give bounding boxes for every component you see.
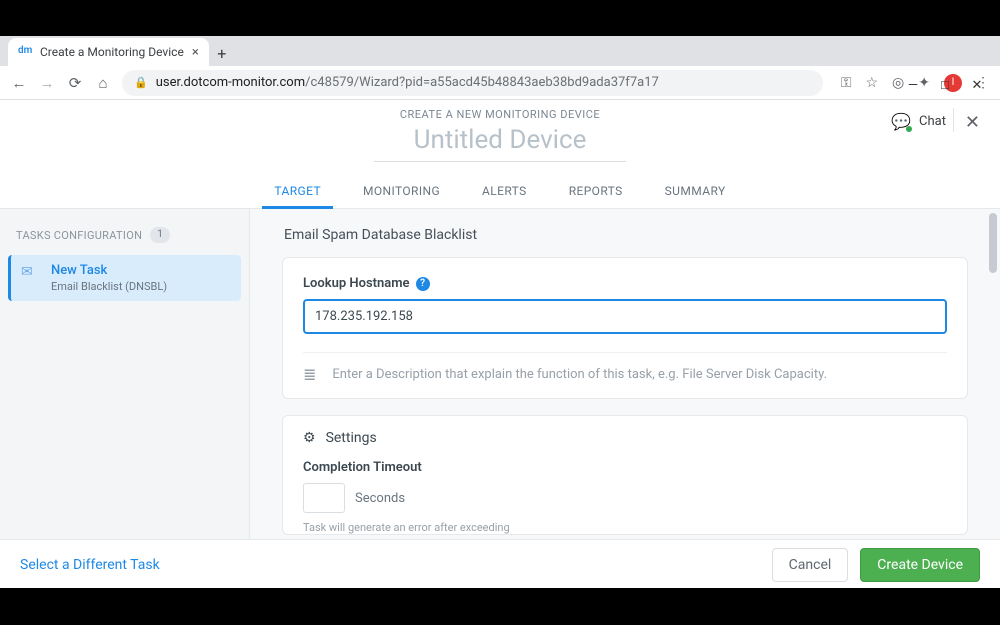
task-count-badge: 1 bbox=[150, 227, 170, 243]
page-eyebrow: CREATE A NEW MONITORING DEVICE bbox=[0, 108, 1000, 121]
tab-alerts[interactable]: ALERTS bbox=[480, 174, 529, 208]
new-tab-button[interactable]: + bbox=[209, 40, 235, 66]
star-icon[interactable]: ☆ bbox=[865, 75, 878, 91]
main-panel: Email Spam Database Blacklist Lookup Hos… bbox=[250, 209, 1000, 589]
close-panel-icon[interactable]: ✕ bbox=[965, 112, 980, 133]
help-icon[interactable]: ? bbox=[416, 277, 430, 291]
lock-icon: 🔒 bbox=[134, 76, 148, 89]
tab-target[interactable]: TARGET bbox=[272, 174, 323, 208]
forward-icon[interactable]: → bbox=[38, 74, 56, 92]
footer-bar: Select a Different Task Cancel Create De… bbox=[0, 539, 1000, 589]
sliders-icon: ⚙ bbox=[303, 430, 316, 446]
home-icon[interactable]: ⌂ bbox=[94, 74, 112, 92]
settings-card: ⚙ Settings Completion Timeout Seconds Ta… bbox=[282, 415, 968, 535]
window-controls: — □ ✕ bbox=[906, 72, 1000, 100]
envelope-icon: ✉ bbox=[21, 263, 41, 280]
sidebar-heading: TASKS CONFIGURATION 1 bbox=[0, 219, 249, 251]
tab-monitoring[interactable]: MONITORING bbox=[361, 174, 442, 208]
cancel-button[interactable]: Cancel bbox=[772, 548, 849, 582]
notes-icon: ≣ bbox=[303, 365, 316, 384]
create-device-button[interactable]: Create Device bbox=[860, 548, 980, 582]
wizard-tabs: TARGET MONITORING ALERTS REPORTS SUMMARY bbox=[0, 174, 1000, 209]
sidebar: TASKS CONFIGURATION 1 ✉ New Task Email B… bbox=[0, 209, 250, 589]
task-subtitle: Email Blacklist (DNSBL) bbox=[51, 280, 167, 293]
app-header: CREATE A NEW MONITORING DEVICE Untitled … bbox=[0, 100, 1000, 209]
window-maximize-icon[interactable]: □ bbox=[938, 78, 952, 92]
lookup-card: Lookup Hostname ? ≣ Enter a Description … bbox=[282, 257, 968, 399]
apps-icon[interactable]: ◎ bbox=[892, 75, 904, 91]
url-host: user.dotcom-monitor.com/c48579/Wizard?pi… bbox=[156, 75, 659, 90]
settings-heading: ⚙ Settings bbox=[303, 430, 947, 446]
tab-summary[interactable]: SUMMARY bbox=[663, 174, 728, 208]
task-name: New Task bbox=[51, 263, 167, 278]
select-different-task-link[interactable]: Select a Different Task bbox=[20, 557, 160, 573]
browser-toolbar: ← → ⟳ ⌂ 🔒 user.dotcom-monitor.com/c48579… bbox=[0, 66, 1000, 100]
address-bar[interactable]: 🔒 user.dotcom-monitor.com/c48579/Wizard?… bbox=[122, 70, 823, 96]
favicon-icon: dm bbox=[18, 45, 32, 59]
sidebar-task-item[interactable]: ✉ New Task Email Blacklist (DNSBL) bbox=[8, 255, 241, 301]
chat-label: Chat bbox=[919, 114, 946, 129]
tab-title: Create a Monitoring Device bbox=[40, 45, 184, 59]
browser-tab-strip: dm Create a Monitoring Device × + bbox=[0, 36, 1000, 66]
back-icon[interactable]: ← bbox=[10, 74, 28, 92]
tab-close-icon[interactable]: × bbox=[192, 45, 199, 60]
lookup-hostname-input[interactable] bbox=[303, 299, 947, 334]
timeout-hint: Task will generate an error after exceed… bbox=[303, 521, 947, 534]
scrollbar-thumb[interactable] bbox=[989, 213, 997, 273]
timeout-seconds-input[interactable] bbox=[303, 483, 345, 513]
seconds-label: Seconds bbox=[355, 491, 405, 506]
description-row[interactable]: ≣ Enter a Description that explain the f… bbox=[303, 365, 947, 384]
description-placeholder: Enter a Description that explain the fun… bbox=[332, 367, 827, 382]
panel-title: Email Spam Database Blacklist bbox=[284, 227, 968, 243]
chat-icon: 💬 bbox=[891, 112, 911, 131]
completion-timeout-label: Completion Timeout bbox=[303, 460, 947, 475]
reload-icon[interactable]: ⟳ bbox=[66, 74, 84, 92]
window-minimize-icon[interactable]: — bbox=[906, 78, 920, 92]
browser-tab[interactable]: dm Create a Monitoring Device × bbox=[8, 38, 209, 66]
device-name-input[interactable]: Untitled Device bbox=[374, 125, 627, 162]
chat-button[interactable]: 💬 Chat bbox=[891, 112, 946, 131]
window-close-icon[interactable]: ✕ bbox=[970, 78, 984, 92]
key-icon[interactable]: ⚿ bbox=[841, 75, 852, 91]
tab-reports[interactable]: REPORTS bbox=[567, 174, 625, 208]
lookup-hostname-label: Lookup Hostname ? bbox=[303, 276, 947, 291]
